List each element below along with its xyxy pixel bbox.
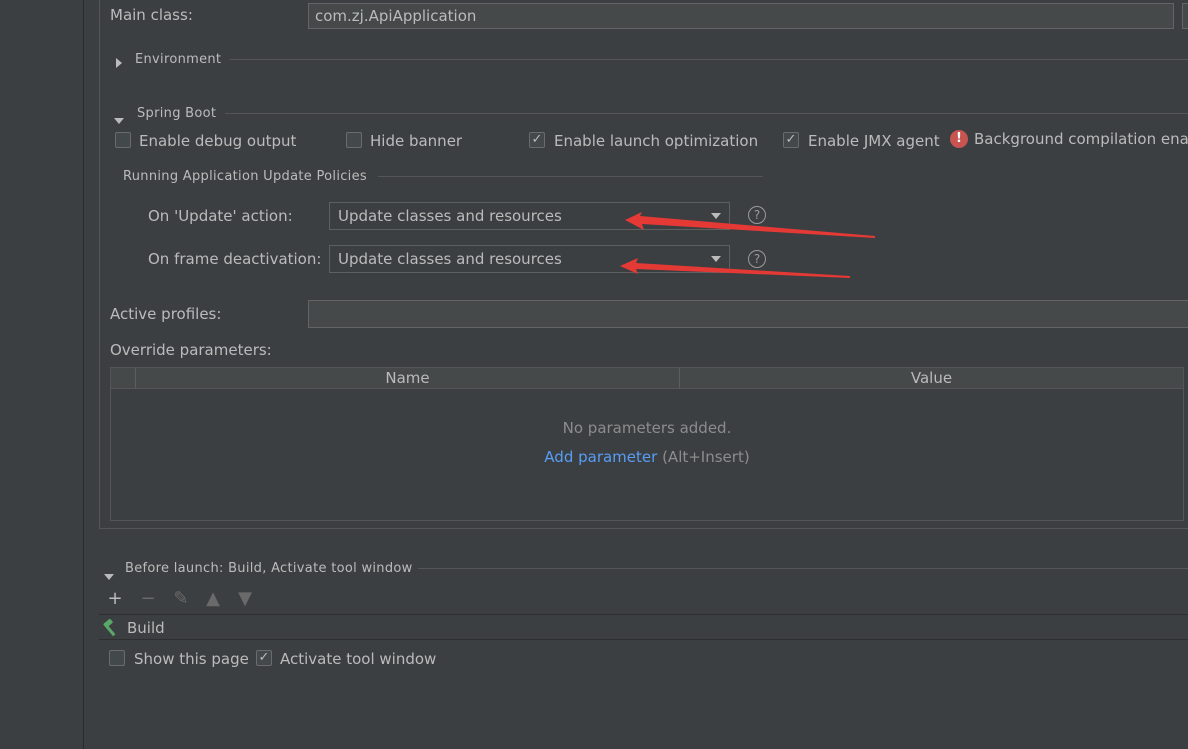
before-launch-toggle[interactable] [104, 566, 114, 584]
main-class-label: Main class: [110, 6, 193, 24]
background-compilation-warning: Background compilation enab [974, 130, 1188, 148]
enable-debug-checkbox[interactable] [115, 132, 131, 148]
expand-right-icon [116, 58, 122, 68]
environment-separator [230, 59, 1188, 60]
environment-label[interactable]: Environment [135, 52, 221, 67]
table-header: Name Value [111, 368, 1183, 389]
add-icon[interactable]: + [106, 590, 124, 608]
hide-banner-label: Hide banner [370, 132, 463, 150]
spring-boot-title: Spring Boot [137, 106, 217, 121]
before-launch-item-build[interactable]: Build [99, 614, 1188, 640]
spring-boot-separator [225, 113, 1188, 114]
show-page-checkbox[interactable] [109, 650, 125, 666]
on-frame-label: On frame deactivation: [148, 250, 322, 268]
enable-jmx-checkbox[interactable]: ✓ [783, 132, 799, 148]
column-header-name[interactable]: Name [135, 368, 679, 389]
move-up-icon[interactable]: ▲ [204, 590, 222, 608]
annotation-arrows [620, 212, 875, 278]
active-profiles-input[interactable] [308, 300, 1188, 328]
column-header-value[interactable]: Value [679, 368, 1183, 389]
collapse-down-icon [114, 118, 124, 124]
before-launch-separator [418, 568, 1188, 569]
before-launch-title: Before launch: Build, Activate tool wind… [125, 561, 413, 576]
annotation-arrow-2 [620, 258, 850, 278]
environment-toggle[interactable] [116, 54, 122, 72]
move-down-icon[interactable]: ▼ [236, 590, 254, 608]
hide-banner-checkbox[interactable] [346, 132, 362, 148]
override-parameters-label: Override parameters: [110, 341, 272, 359]
on-update-value: Update classes and resources [338, 207, 562, 225]
empty-table-text: No parameters added. [562, 419, 732, 437]
on-update-label: On 'Update' action: [148, 207, 293, 225]
edit-icon[interactable]: ✎ [172, 590, 190, 608]
left-panel [0, 0, 84, 749]
main-class-browse-button[interactable] [1182, 3, 1188, 29]
error-icon: ! [950, 130, 968, 148]
remove-icon[interactable]: − [139, 590, 157, 608]
build-label: Build [127, 619, 165, 637]
checkmark-icon: ✓ [258, 650, 270, 665]
enable-launch-optimization-checkbox[interactable]: ✓ [529, 132, 545, 148]
add-parameter-row: Add parameter (Alt+Insert) [111, 448, 1183, 466]
spring-boot-toggle[interactable] [114, 110, 124, 128]
annotation-arrow-1 [625, 212, 875, 238]
enable-jmx-label: Enable JMX agent [808, 132, 940, 150]
enable-launch-optimization-label: Enable launch optimization [554, 132, 759, 150]
policies-title: Running Application Update Policies [123, 169, 367, 184]
activate-tool-window-checkbox[interactable]: ✓ [256, 650, 272, 666]
collapse-down-icon [104, 574, 114, 580]
checkmark-icon: ✓ [531, 132, 543, 147]
activate-tool-window-label: Activate tool window [280, 650, 437, 668]
enable-debug-label: Enable debug output [139, 132, 297, 150]
policies-separator [378, 176, 763, 177]
add-parameter-shortcut: (Alt+Insert) [662, 448, 750, 466]
hammer-icon [103, 619, 116, 637]
table-header-select [111, 368, 135, 389]
checkmark-icon: ✓ [785, 132, 797, 147]
show-page-label: Show this page [134, 650, 249, 668]
on-frame-value: Update classes and resources [338, 250, 562, 268]
override-parameters-table: Name Value No parameters added. Add para… [110, 367, 1184, 521]
add-parameter-link[interactable]: Add parameter [544, 448, 657, 466]
active-profiles-label: Active profiles: [110, 305, 222, 323]
main-class-field[interactable]: com.zj.ApiApplication [308, 3, 1174, 29]
